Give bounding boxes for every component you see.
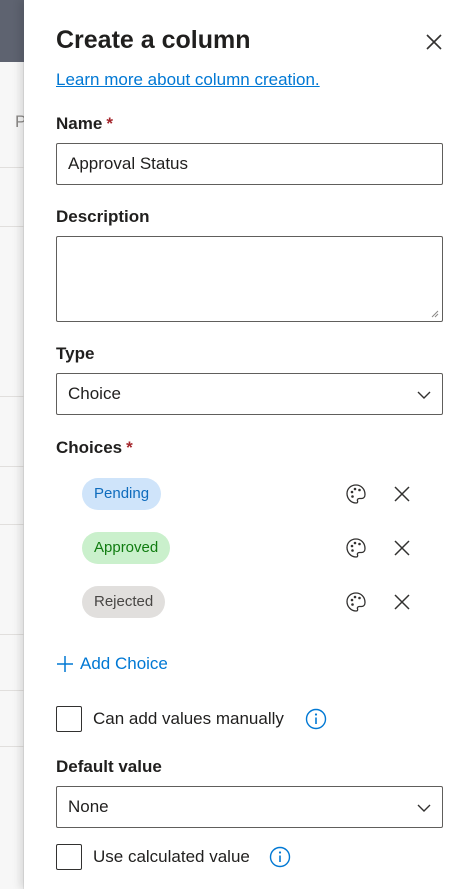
background-divider (0, 466, 24, 467)
background-divider (0, 167, 24, 168)
close-button[interactable] (422, 30, 446, 54)
manual-values-checkbox[interactable] (56, 706, 82, 732)
description-textarea[interactable] (56, 236, 443, 322)
info-icon[interactable] (269, 846, 291, 868)
type-selected-value: Choice (68, 384, 121, 403)
name-input[interactable]: Approval Status (56, 143, 443, 185)
choice-pill[interactable]: Approved (82, 532, 171, 564)
background-divider (0, 690, 24, 691)
choice-row-pending: Pending (82, 478, 422, 512)
description-label: Description (56, 207, 150, 226)
name-label: Name * (56, 114, 113, 134)
remove-choice-icon[interactable] (392, 484, 412, 504)
background-header (0, 0, 24, 62)
background-divider (0, 634, 24, 635)
required-mark: * (126, 438, 133, 457)
background-divider (0, 746, 24, 747)
chevron-down-icon (417, 391, 431, 399)
background-divider (0, 226, 24, 227)
type-dropdown[interactable]: Choice (56, 373, 443, 415)
choice-row-approved: Approved (82, 532, 422, 566)
background-divider (0, 396, 24, 397)
palette-icon[interactable] (344, 536, 368, 560)
add-choice-label: Add Choice (80, 654, 168, 673)
close-icon (426, 34, 442, 50)
choice-row-rejected: Rejected (82, 586, 422, 620)
calculated-value-checkbox[interactable] (56, 844, 82, 870)
background-divider (0, 524, 24, 525)
name-input-value: Approval Status (68, 154, 189, 173)
plus-icon (57, 656, 73, 672)
manual-values-label: Can add values manually (93, 709, 284, 728)
choices-label: Choices * (56, 438, 133, 458)
panel-title: Create a column (56, 26, 251, 54)
default-value-label: Default value (56, 757, 162, 776)
create-column-panel: Create a column Learn more about column … (24, 0, 474, 889)
learn-more-link[interactable]: Learn more about column creation. (56, 70, 320, 90)
default-value-dropdown[interactable]: None (56, 786, 443, 828)
choices-label-text: Choices (56, 438, 123, 457)
default-value-selected: None (68, 797, 109, 816)
remove-choice-icon[interactable] (392, 592, 412, 612)
required-mark: * (106, 114, 113, 133)
chevron-down-icon (417, 804, 431, 812)
remove-choice-icon[interactable] (392, 538, 412, 558)
type-label: Type (56, 344, 95, 363)
info-icon[interactable] (305, 708, 327, 730)
calculated-value-label: Use calculated value (93, 847, 250, 866)
choice-pill[interactable]: Rejected (82, 586, 166, 618)
background-page: P (0, 0, 26, 889)
palette-icon[interactable] (344, 482, 368, 506)
resize-handle-icon[interactable] (429, 308, 439, 318)
name-label-text: Name (56, 114, 103, 133)
choice-pill[interactable]: Pending (82, 478, 162, 510)
palette-icon[interactable] (344, 590, 368, 614)
